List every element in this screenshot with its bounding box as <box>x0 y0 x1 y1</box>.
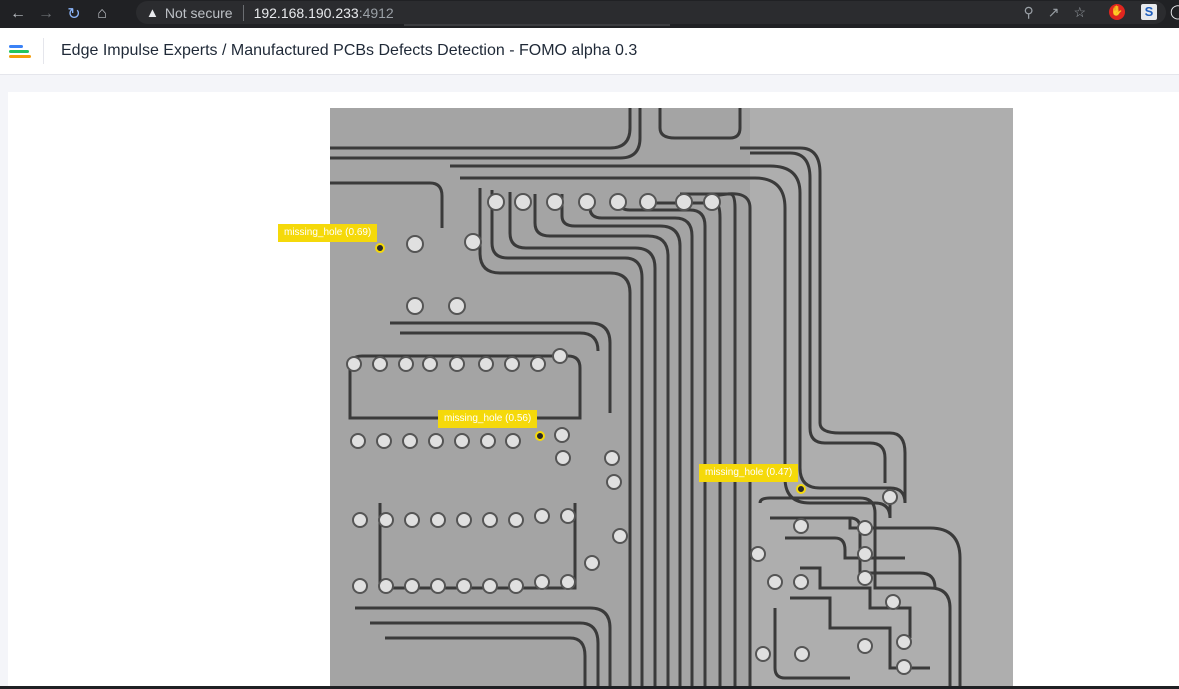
security-indicator[interactable]: ▲ Not secure <box>146 5 233 21</box>
extension-icon[interactable]: ◯ <box>1170 3 1179 20</box>
star-icon[interactable]: ☆ <box>1073 4 1086 21</box>
camera-feed-card <box>8 92 1179 689</box>
app-header: Edge Impulse Experts / Manufactured PCBs… <box>0 28 1179 75</box>
home-icon[interactable]: ⌂ <box>88 2 116 26</box>
header-divider <box>43 38 44 64</box>
omnibox-actions: ⚲ ↗ ☆ <box>1023 4 1086 21</box>
detection-label: missing_hole (0.47) <box>699 464 799 482</box>
pcb-image-drawing <box>330 108 1013 689</box>
warning-icon: ▲ <box>146 5 159 20</box>
detection-label: missing_hole (0.69) <box>278 224 378 242</box>
detection-marker <box>796 484 806 494</box>
share-icon[interactable]: ↗ <box>1048 4 1060 21</box>
pcb-camera-image <box>330 108 1013 689</box>
omnibox-divider <box>242 4 244 21</box>
reload-icon[interactable]: ↻ <box>60 2 88 26</box>
tab-indicator <box>404 24 670 26</box>
address-bar[interactable]: ▲ Not secure 192.168.190.233:4912 ⚲ ↗ ☆ <box>136 1 1166 24</box>
security-label: Not secure <box>164 4 233 21</box>
edge-impulse-logo[interactable] <box>9 45 31 59</box>
forward-arrow-icon[interactable]: → <box>32 2 60 26</box>
page-title: Edge Impulse Experts / Manufactured PCBs… <box>61 42 638 59</box>
browser-toolbar: ← → ↻ ⌂ ▲ Not secure 192.168.190.233:491… <box>0 0 1179 28</box>
extension-icon[interactable]: ✋ <box>1109 4 1125 20</box>
extension-icon[interactable]: S <box>1141 4 1157 20</box>
detection-marker <box>375 243 385 253</box>
detection-marker <box>535 431 545 441</box>
zoom-icon[interactable]: ⚲ <box>1023 4 1033 21</box>
url-port: :4912 <box>358 4 394 21</box>
app-page: Edge Impulse Experts / Manufactured PCBs… <box>0 28 1179 689</box>
url-host: 192.168.190.233 <box>253 4 359 21</box>
detection-label: missing_hole (0.56) <box>438 410 538 428</box>
back-arrow-icon[interactable]: ← <box>4 2 32 26</box>
